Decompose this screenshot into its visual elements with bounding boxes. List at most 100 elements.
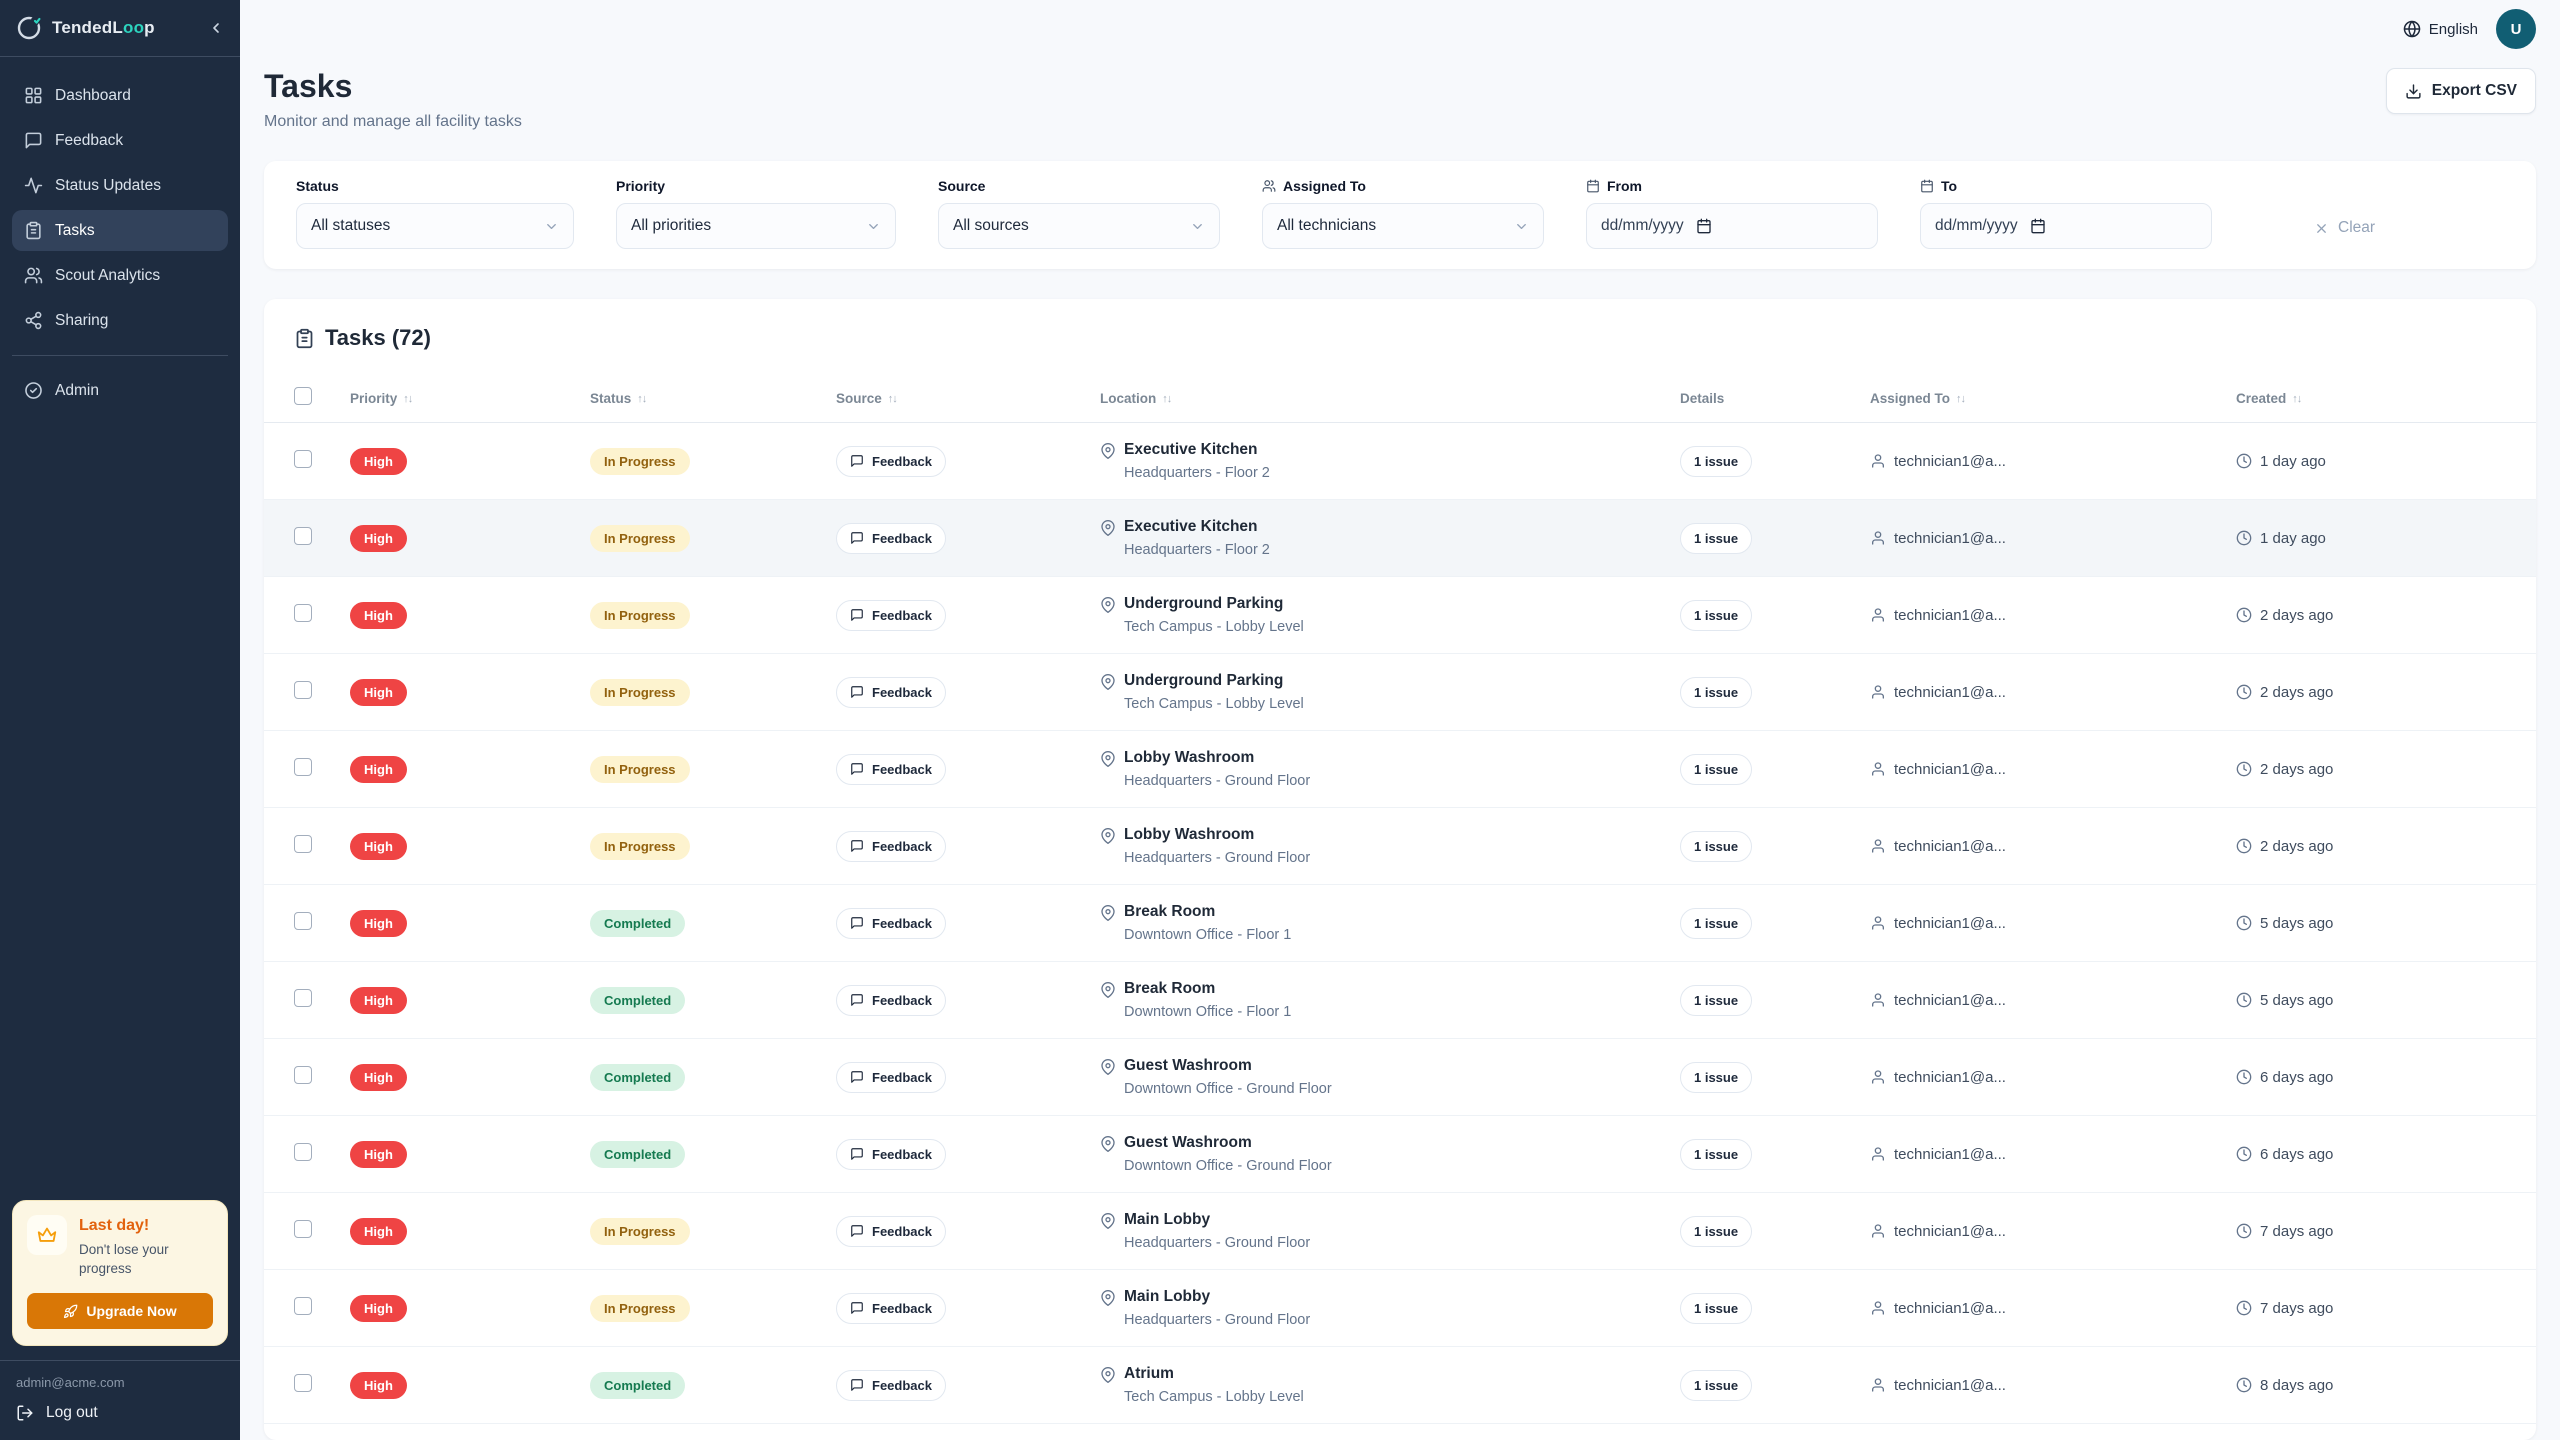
row-checkbox[interactable]: [294, 1142, 312, 1161]
details-badge: 1 issue: [1680, 753, 1753, 785]
table-row[interactable]: High Completed Feedback Guest Washroom D…: [264, 1116, 2536, 1193]
sort-icon: ↑↓: [1956, 392, 1966, 405]
location-detail: Headquarters - Ground Floor: [1124, 1312, 1311, 1328]
row-checkbox[interactable]: [294, 449, 312, 468]
row-checkbox[interactable]: [294, 988, 312, 1007]
row-checkbox[interactable]: [294, 526, 312, 545]
export-csv-button[interactable]: Export CSV: [2385, 68, 2536, 114]
details-badge: 1 issue: [1680, 830, 1753, 862]
clipboard-icon: [24, 221, 43, 240]
location-detail: Downtown Office - Floor 1: [1124, 927, 1292, 943]
location-cell: Executive Kitchen Headquarters - Floor 2: [1100, 441, 1680, 481]
table-row[interactable]: High Completed Feedback Break Room Downt…: [264, 885, 2536, 962]
table-row[interactable]: High Completed Feedback Atrium Tech Camp…: [264, 1347, 2536, 1424]
map-pin-icon: [1101, 443, 1115, 459]
status-badge: In Progress: [590, 1217, 690, 1245]
details-badge: 1 issue: [1680, 1292, 1753, 1324]
location-name: Lobby Washroom: [1124, 826, 1255, 843]
sidebar-item-feedback[interactable]: Feedback: [12, 120, 228, 161]
sidebar-item-dashboard[interactable]: Dashboard: [12, 75, 228, 116]
table-row[interactable]: High In Progress Feedback Executive Kitc…: [264, 423, 2536, 500]
table-row[interactable]: High In Progress Feedback Underground Pa…: [264, 654, 2536, 731]
row-checkbox[interactable]: [294, 911, 312, 930]
to-date-label: To: [1920, 178, 2212, 194]
source-filter-select[interactable]: All sources: [938, 203, 1220, 249]
location-cell: Atrium Tech Campus - Lobby Level: [1100, 1365, 1680, 1405]
source-badge: Feedback: [836, 907, 946, 939]
table-row[interactable]: High In Progress Feedback Underground Pa…: [264, 577, 2536, 654]
map-pin-icon: [1101, 597, 1115, 613]
details-badge: 1 issue: [1680, 1369, 1753, 1401]
to-date-input[interactable]: dd/mm/yyyy: [1920, 203, 2212, 249]
row-checkbox[interactable]: [294, 603, 312, 622]
status-filter-select[interactable]: All statuses: [296, 203, 574, 249]
table-row[interactable]: High Completed Feedback Break Room Downt…: [264, 962, 2536, 1039]
priority-filter-select[interactable]: All priorities: [616, 203, 896, 249]
person-icon: [1872, 531, 1884, 545]
table-row[interactable]: High In Progress Feedback Main Lobby Hea…: [264, 1270, 2536, 1347]
row-checkbox[interactable]: [294, 680, 312, 699]
row-checkbox[interactable]: [294, 1296, 312, 1315]
map-pin-icon: [1101, 751, 1115, 767]
sidebar-item-sharing[interactable]: Sharing: [12, 300, 228, 341]
person-icon: [1872, 1301, 1884, 1315]
feedback-bubble-icon: [850, 993, 864, 1007]
table-row[interactable]: High In Progress Feedback Main Lobby Hea…: [264, 1193, 2536, 1270]
created-cell: 2 days ago: [2236, 761, 2506, 778]
sort-icon: ↑↓: [2292, 392, 2302, 405]
column-header-location[interactable]: Location ↑↓: [1100, 391, 1680, 406]
location-detail: Headquarters - Ground Floor: [1124, 773, 1311, 789]
sort-icon: ↑↓: [403, 392, 413, 405]
sidebar-item-status-updates[interactable]: Status Updates: [12, 165, 228, 206]
details-badge: 1 issue: [1680, 1215, 1753, 1247]
sidebar-item-scout-analytics[interactable]: Scout Analytics: [12, 255, 228, 296]
person-icon: [1872, 1378, 1884, 1392]
source-badge: Feedback: [836, 1369, 946, 1401]
table-row[interactable]: High In Progress Feedback Lobby Washroom…: [264, 808, 2536, 885]
status-badge: In Progress: [590, 755, 690, 783]
feedback-icon: [24, 131, 43, 150]
sidebar-item-admin[interactable]: Admin: [12, 370, 228, 411]
created-cell: 2 days ago: [2236, 838, 2506, 855]
priority-filter-label: Priority: [616, 178, 666, 194]
sidebar-collapse-icon[interactable]: [208, 20, 224, 36]
map-pin-icon: [1101, 1059, 1115, 1075]
share-icon: [24, 311, 43, 330]
source-badge: Feedback: [836, 445, 946, 477]
column-header-source[interactable]: Source ↑↓: [836, 391, 1100, 406]
table-row[interactable]: High In Progress Feedback Executive Kitc…: [264, 500, 2536, 577]
sidebar-item-tasks[interactable]: Tasks: [12, 210, 228, 251]
status-filter-label: Status: [296, 178, 339, 194]
source-badge: Feedback: [836, 1292, 946, 1324]
table-row[interactable]: High In Progress Feedback Lobby Washroom…: [264, 731, 2536, 808]
language-selector[interactable]: English: [2403, 20, 2478, 38]
row-checkbox[interactable]: [294, 757, 312, 776]
column-header-priority[interactable]: Priority ↑↓: [350, 391, 590, 406]
logout-button[interactable]: Log out: [16, 1404, 224, 1422]
calendar-icon: [1586, 179, 1600, 193]
avatar[interactable]: U: [2496, 9, 2536, 49]
promo-title: Last day!: [79, 1216, 150, 1234]
map-pin-icon: [1101, 905, 1115, 921]
row-checkbox[interactable]: [294, 1065, 312, 1084]
feedback-bubble-icon: [850, 685, 864, 699]
location-name: Underground Parking: [1124, 595, 1284, 612]
clock-icon: [2236, 530, 2252, 546]
from-date-input[interactable]: dd/mm/yyyy: [1586, 203, 1878, 249]
row-checkbox[interactable]: [294, 1373, 312, 1392]
column-header-created[interactable]: Created ↑↓: [2236, 391, 2506, 406]
select-all-checkbox[interactable]: [294, 387, 312, 405]
created-cell: 6 days ago: [2236, 1146, 2506, 1163]
row-checkbox[interactable]: [294, 1219, 312, 1238]
row-checkbox[interactable]: [294, 834, 312, 853]
map-pin-icon: [1101, 1367, 1115, 1383]
location-cell: Guest Washroom Downtown Office - Ground …: [1100, 1134, 1680, 1174]
created-cell: 1 day ago: [2236, 453, 2506, 470]
assigned-to-filter-select[interactable]: All technicians: [1262, 203, 1544, 249]
column-header-assigned-to[interactable]: Assigned To ↑↓: [1870, 391, 2236, 406]
upgrade-now-button[interactable]: Upgrade Now: [27, 1293, 213, 1329]
clear-filters-button[interactable]: Clear: [2314, 219, 2375, 237]
created-cell: 6 days ago: [2236, 1069, 2506, 1086]
table-row[interactable]: High Completed Feedback Guest Washroom D…: [264, 1039, 2536, 1116]
column-header-status[interactable]: Status ↑↓: [590, 391, 836, 406]
